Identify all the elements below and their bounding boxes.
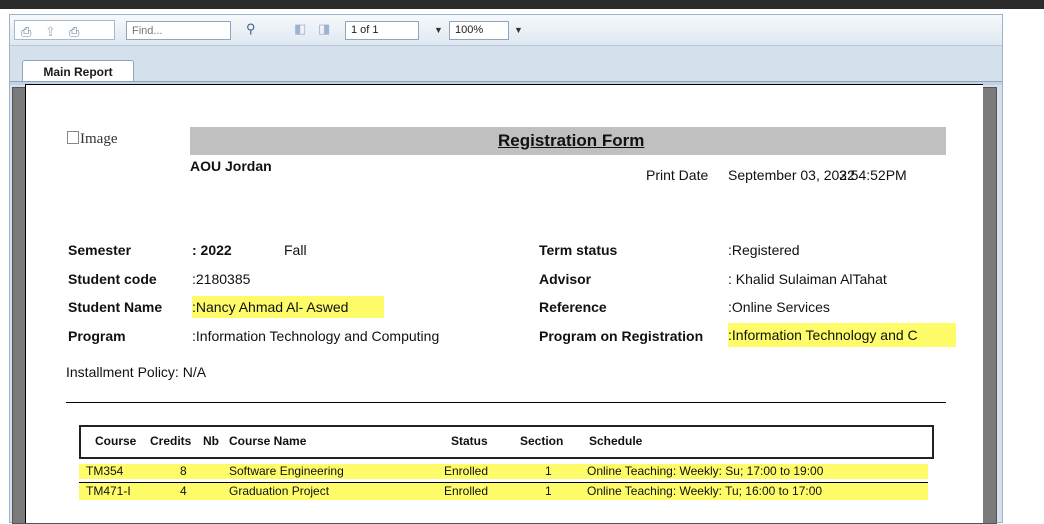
print-date-label: Print Date <box>646 167 709 183</box>
chevron-down-icon[interactable]: ▼ <box>514 25 523 35</box>
term-status-value: :Registered <box>728 242 800 258</box>
student-code-label: Student code <box>68 271 157 287</box>
row-course-name: Software Engineering <box>229 464 344 478</box>
chevron-down-icon[interactable]: ▼ <box>434 25 443 35</box>
installment-policy: Installment Policy: N/A <box>66 364 207 380</box>
page-number-input[interactable]: 1 of 1 <box>345 21 419 40</box>
report-title: Registration Form <box>498 131 645 150</box>
broken-image-icon <box>67 131 79 144</box>
find-binoculars-icon[interactable]: ⚲ <box>246 22 256 36</box>
print-layout-icon[interactable]: ⎙ <box>69 25 79 39</box>
print-date-value: September 03, 2022 <box>728 167 855 183</box>
zoom-select[interactable]: 100% <box>449 21 509 40</box>
find-input[interactable] <box>126 21 231 40</box>
column-header-credits: Credits <box>150 434 192 448</box>
semester-label: Semester <box>68 242 132 258</box>
row-credits: 8 <box>180 464 187 478</box>
column-header-nb: Nb <box>203 434 219 448</box>
row-course-name: Graduation Project <box>229 484 330 498</box>
row-schedule: Online Teaching: Weekly: Tu; 16:00 to 17… <box>587 484 823 498</box>
column-header-course: Course <box>95 434 137 448</box>
logo-image-placeholder: Image <box>67 131 117 148</box>
divider-line <box>66 402 946 403</box>
program-label: Program <box>68 328 126 344</box>
row-course-code: TM471-I <box>86 484 131 498</box>
term-status-label: Term status <box>539 242 618 258</box>
program-value: :Information Technology and Computing <box>192 328 440 344</box>
column-header-status: Status <box>451 434 488 448</box>
advisor-value: : Khalid Sulaiman AlTahat <box>728 271 887 287</box>
row-section: 1 <box>545 464 552 478</box>
program-on-registration-value: :Information Technology and C <box>728 323 956 347</box>
print-icon[interactable]: ⎙ <box>21 25 31 39</box>
column-header-course-name: Course Name <box>229 434 307 448</box>
print-time-value: 3:54:52PM <box>839 167 907 183</box>
column-header-schedule: Schedule <box>589 434 643 448</box>
row-status: Enrolled <box>444 464 489 478</box>
student-code-value: :2180385 <box>192 271 251 287</box>
row-schedule: Online Teaching: Weekly: Su; 17:00 to 19… <box>587 464 824 478</box>
student-name-label: Student Name <box>68 299 163 315</box>
row-credits: 4 <box>180 484 187 498</box>
row-status: Enrolled <box>444 484 489 498</box>
toolbar-button-group: ⎙ ⇪ ⎙ <box>14 20 115 40</box>
window-top-bar <box>0 0 1044 9</box>
viewer-toolbar: ⎙ ⇪ ⎙ ⚲ ◧ ◨ 1 of 1 ▼ 100% ▼ <box>10 15 1002 46</box>
reference-label: Reference <box>539 299 607 315</box>
next-page-icon[interactable]: ◨ <box>318 22 330 36</box>
column-header-section: Section <box>520 434 564 448</box>
row-section: 1 <box>545 484 552 498</box>
reference-value: :Online Services <box>728 299 830 315</box>
export-icon[interactable]: ⇪ <box>45 25 56 39</box>
semester-value: : 2022 <box>192 242 232 258</box>
semester-term: Fall <box>284 242 307 258</box>
organization-name: AOU Jordan <box>190 158 272 174</box>
logo-alt-text: Image <box>80 131 118 147</box>
prev-page-icon[interactable]: ◧ <box>294 22 306 36</box>
program-on-registration-label: Program on Registration <box>539 328 704 344</box>
row-course-code: TM354 <box>86 464 124 478</box>
student-name-value: :Nancy Ahmad Al- Aswed <box>192 296 385 318</box>
advisor-label: Advisor <box>539 271 592 287</box>
tab-main-report[interactable]: Main Report <box>22 60 134 82</box>
